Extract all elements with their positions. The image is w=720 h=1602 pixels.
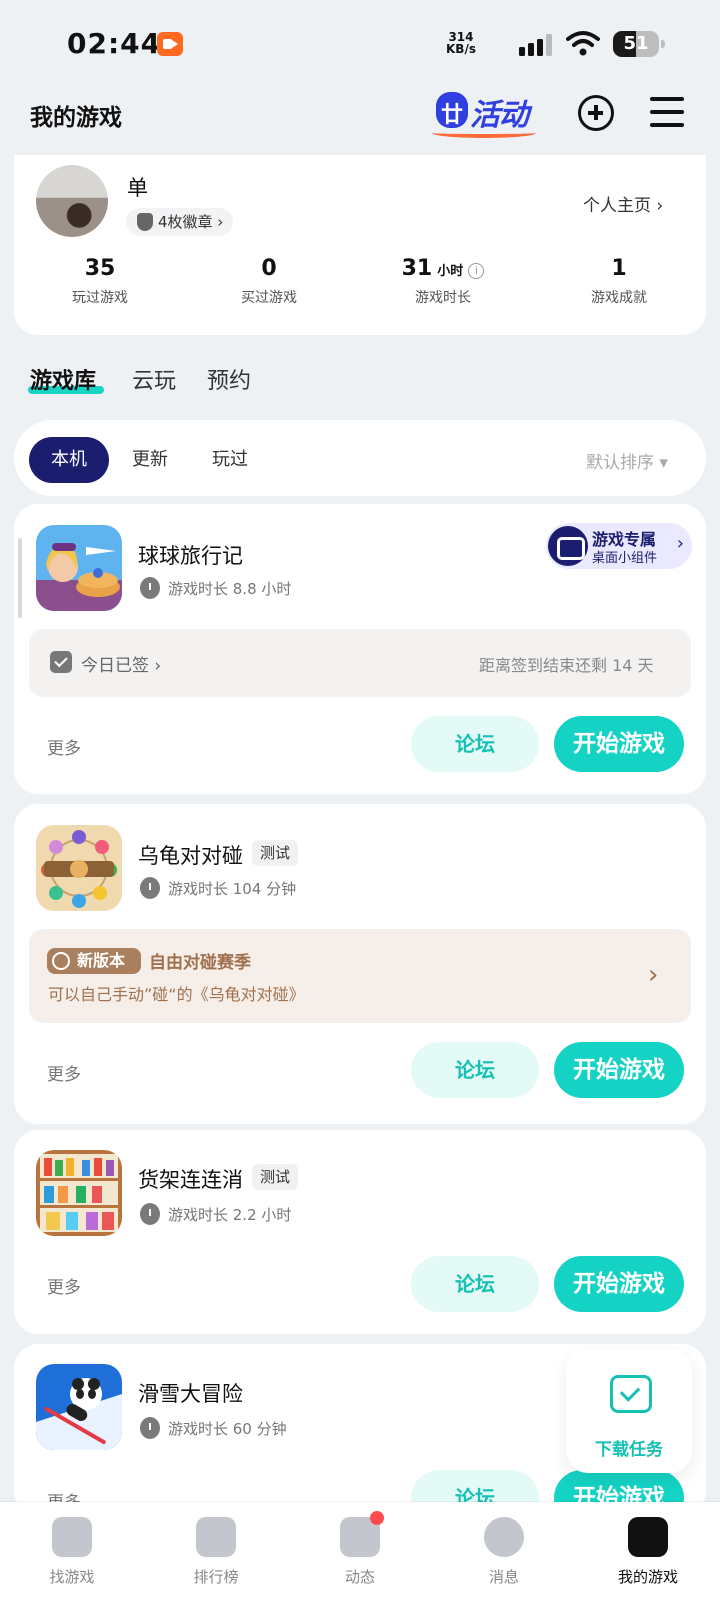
desktop-widget-promo[interactable]: 游戏专属 桌面小组件 › — [546, 523, 692, 569]
stat-label: 游戏成就 — [591, 290, 647, 306]
scroll-thumb[interactable] — [18, 538, 22, 618]
network-speed-unit: KB/s — [446, 42, 476, 56]
nav-label: 消息 — [488, 1568, 519, 1586]
stat-achievements[interactable]: 1 游戏成就 — [549, 256, 689, 307]
start-game-button[interactable]: 开始游戏 — [554, 1042, 684, 1098]
news-body: 可以自己手动”碰“的《乌龟对对碰》 — [48, 985, 305, 1004]
stat-playtime[interactable]: 31 小时 i 游戏时长 — [373, 256, 513, 307]
stat-label: 游戏时长 — [415, 290, 471, 306]
sort-select[interactable]: 默认排序 ▾ — [586, 448, 668, 473]
nav-label: 我的游戏 — [617, 1568, 678, 1586]
timer-icon — [140, 1203, 160, 1225]
nav-label: 排行榜 — [193, 1568, 239, 1586]
stat-value: 31 — [401, 256, 433, 281]
game-name[interactable]: 乌龟对对碰 — [138, 840, 243, 870]
message-icon — [484, 1517, 524, 1557]
notification-dot — [370, 1511, 384, 1525]
activity-logo-icon — [436, 92, 468, 129]
chevron-right-icon: › — [676, 533, 684, 554]
stat-bought-games[interactable]: 0 买过游戏 — [199, 256, 339, 307]
test-tag: 测试 — [252, 840, 299, 866]
tab-reservations[interactable]: 预约 — [207, 363, 251, 395]
info-icon[interactable]: i — [468, 263, 485, 279]
activity-swoosh — [432, 128, 536, 138]
timer-icon — [140, 877, 160, 899]
nav-find-games[interactable]: 找游戏 — [12, 1517, 132, 1587]
stat-played-games[interactable]: 35 玩过游戏 — [30, 256, 170, 307]
nav-feed[interactable]: 动态 — [300, 1511, 420, 1587]
playtime: 游戏时长 8.8 小时 — [140, 577, 291, 599]
timer-icon — [140, 1417, 160, 1439]
game-name[interactable]: 滑雪大冒险 — [138, 1378, 243, 1408]
discover-icon — [52, 1517, 92, 1557]
checkin-status[interactable]: 今日已签 › — [81, 651, 161, 676]
playtime: 游戏时长 60 分钟 — [140, 1417, 287, 1439]
playtime: 游戏时长 104 分钟 — [140, 877, 296, 899]
game-icon-ball-travel[interactable] — [36, 525, 122, 611]
page-title: 我的游戏 — [30, 105, 122, 131]
more-link[interactable]: 更多 — [47, 734, 81, 759]
forum-button[interactable]: 论坛 — [411, 1042, 539, 1098]
wifi-icon — [566, 31, 600, 56]
checkin-remaining: 距离签到结束还剩 14 天 — [479, 656, 654, 675]
nav-label: 找游戏 — [49, 1568, 95, 1586]
tab-cloud-play[interactable]: 云玩 — [132, 363, 176, 395]
more-link[interactable]: 更多 — [47, 1273, 81, 1298]
update-news-box[interactable] — [29, 929, 691, 1023]
add-icon[interactable] — [578, 95, 614, 131]
ranking-icon — [196, 1517, 236, 1557]
widget-subtitle: 桌面小组件 — [592, 551, 658, 566]
playtime: 游戏时长 2.2 小时 — [140, 1203, 291, 1225]
nav-messages[interactable]: 消息 — [444, 1517, 564, 1587]
news-title: 自由对碰赛季 — [149, 953, 251, 973]
forum-button[interactable]: 论坛 — [411, 716, 539, 772]
nav-rankings[interactable]: 排行榜 — [156, 1517, 276, 1587]
filter-chip-local[interactable]: 本机 — [29, 437, 109, 483]
game-name[interactable]: 球球旅行记 — [138, 540, 243, 570]
stat-value: 0 — [261, 256, 277, 281]
battery-icon: 51 — [613, 31, 665, 57]
more-link[interactable]: 更多 — [47, 1060, 81, 1085]
filter-chip-updates[interactable]: 更新 — [114, 437, 186, 483]
feed-icon — [340, 1511, 384, 1557]
medal-icon — [137, 213, 153, 231]
game-name[interactable]: 货架连连消 — [138, 1164, 243, 1194]
game-icon-turtle-match[interactable] — [36, 825, 122, 911]
download-icon — [610, 1375, 652, 1413]
profile-card — [14, 155, 706, 335]
stat-value: 35 — [84, 256, 116, 281]
battery-level: 51 — [623, 33, 649, 54]
stat-unit: 小时 — [437, 264, 464, 279]
start-game-button[interactable]: 开始游戏 — [554, 716, 684, 772]
game-icon-shelf-match[interactable] — [36, 1150, 122, 1236]
download-tasks-label: 下载任务 — [595, 1440, 663, 1460]
stat-label: 买过游戏 — [241, 290, 297, 306]
user-name: 单 — [127, 176, 148, 200]
start-game-button[interactable]: 开始游戏 — [554, 1256, 684, 1312]
activity-button[interactable]: 活动 — [432, 84, 544, 140]
screen-record-icon — [157, 32, 183, 56]
stat-value: 1 — [611, 256, 627, 281]
menu-icon[interactable] — [650, 97, 684, 127]
download-tasks-button[interactable]: 下载任务 — [566, 1349, 692, 1473]
refresh-icon — [52, 952, 70, 970]
timer-icon — [140, 577, 160, 599]
tab-game-library[interactable]: 游戏库 — [30, 363, 96, 395]
game-icon-ski-safari[interactable] — [36, 1364, 122, 1450]
stat-label: 玩过游戏 — [72, 290, 128, 306]
nav-my-games[interactable]: 我的游戏 — [588, 1517, 708, 1587]
checkin-icon — [50, 651, 72, 673]
test-tag: 测试 — [252, 1164, 299, 1190]
chevron-right-icon: › — [648, 960, 659, 990]
homepage-link[interactable]: 个人主页 › — [583, 191, 663, 216]
nav-label: 动态 — [344, 1568, 375, 1586]
signal-icon — [519, 34, 552, 56]
avatar[interactable] — [36, 165, 108, 237]
network-speed: 314 KB/s — [446, 31, 476, 55]
gamepad-icon — [548, 526, 588, 566]
status-time: 02:44 — [67, 27, 162, 60]
gamepad-icon — [628, 1517, 668, 1557]
filter-chip-played[interactable]: 玩过 — [194, 437, 266, 483]
forum-button[interactable]: 论坛 — [411, 1256, 539, 1312]
